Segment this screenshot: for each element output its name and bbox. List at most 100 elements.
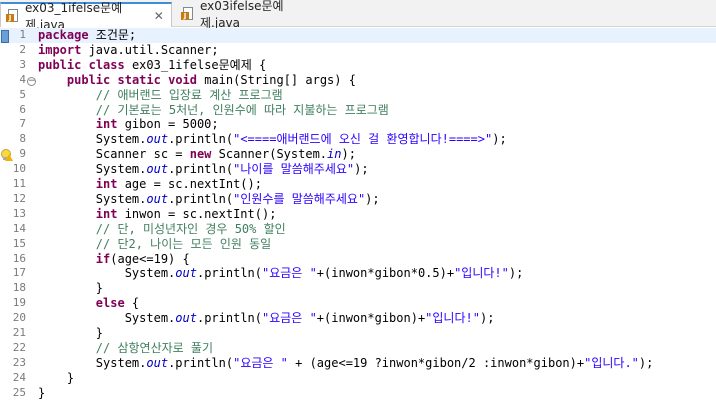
line-number: 24: [12, 370, 26, 384]
keyword-token: else: [95, 296, 125, 311]
code-text: int age = sc.nextInt();: [38, 177, 262, 192]
code-line[interactable]: 9 Scanner sc = new Scanner(System.in);: [0, 147, 716, 162]
code-token: =: [168, 147, 190, 162]
keyword-token: static: [117, 72, 161, 87]
line-number: 3: [19, 57, 26, 71]
fold-collapse-icon[interactable]: −: [27, 76, 36, 86]
keyword-token: if: [95, 251, 111, 266]
close-icon[interactable]: ✕: [154, 10, 165, 22]
code-token: );: [341, 147, 356, 162]
line-number: 17: [12, 266, 26, 280]
code-line[interactable]: 2 import java.util.Scanner;: [0, 43, 716, 58]
field-token: in: [327, 147, 342, 162]
warning-lightbulb-icon[interactable]: [0, 148, 13, 162]
line-number: 16: [12, 251, 26, 265]
code-text: System.out.println("<====애버랜드에 오신 걸 환영합니…: [38, 132, 507, 147]
code-line[interactable]: 21 }: [0, 326, 716, 341]
code-token: );: [638, 355, 654, 370]
code-line[interactable]: 1 package 조건문;: [0, 28, 716, 43]
code-line[interactable]: 23 System.out.println("요금은 " + (age<=19 …: [0, 356, 716, 371]
code-text: int inwon = sc.nextInt();: [38, 206, 277, 222]
line-number: 25: [12, 385, 26, 399]
tab-ex03-1ifelse[interactable]: J ex03_1ifelse문예제.java ✕: [0, 1, 172, 32]
code-line[interactable]: 19 else {: [0, 296, 716, 311]
java-file-icon: J: [181, 7, 195, 21]
code-line[interactable]: 4− public static void main(String[] args…: [0, 73, 716, 88]
code-token: }: [38, 385, 46, 400]
code-line[interactable]: 20 System.out.println("요금은 "+(inwon*gibo…: [0, 311, 716, 326]
code-line[interactable]: 11 int age = sc.nextInt();: [0, 177, 716, 192]
code-line[interactable]: 24 }: [0, 371, 716, 386]
code-token: age = sc.nextInt();: [117, 177, 262, 191]
code-line[interactable]: 22 // 삼항연산자로 풀기: [0, 341, 716, 356]
line-number: 5: [19, 87, 26, 101]
code-text: package 조건문;: [38, 28, 136, 43]
line-number: 20: [12, 311, 26, 325]
code-line[interactable]: 8 System.out.println("<====애버랜드에 오신 걸 환영…: [0, 132, 716, 147]
code-line[interactable]: 25}: [0, 386, 716, 401]
code-editor[interactable]: 1 package 조건문; 2 import java.util.Scanner; 3…: [0, 27, 716, 405]
code-line[interactable]: 17 System.out.println("요금은 "+(inwon*gibo…: [0, 266, 716, 281]
code-token: ex03_1ifelse문예제 {: [124, 57, 267, 72]
line-number: 10: [12, 162, 26, 176]
code-text: // 삼항연산자로 풀기: [38, 341, 213, 356]
comment-token: // 단2, 나이는 모든 인원 동일: [95, 236, 272, 251]
code-line[interactable]: 15 // 단2, 나이는 모든 인원 동일: [0, 237, 716, 252]
code-token: );: [354, 162, 369, 177]
code-text: System.out.println("요금은 "+(inwon*gibon*0…: [38, 266, 524, 281]
code-line[interactable]: 7 int gibon = 5000;: [0, 117, 716, 132]
code-token: +(inwon*gibon*0.5)+: [316, 266, 455, 281]
code-text: System.out.println("요금은 " + (age<=19 ?in…: [38, 355, 654, 371]
code-line[interactable]: 16 if(age<=19) {: [0, 252, 716, 267]
code-line[interactable]: 13 int inwon = sc.nextInt();: [0, 207, 716, 222]
code-token: System.: [38, 162, 147, 177]
comment-token: // 삼항연산자로 풀기: [95, 340, 214, 355]
line-number: 9: [19, 147, 26, 161]
code-line[interactable]: 12 System.out.println("인원수를 말씀해주세요");: [0, 192, 716, 207]
bookmark-icon[interactable]: [1, 30, 9, 43]
keyword-token: int: [95, 117, 118, 132]
code-token: );: [492, 132, 507, 147]
code-line[interactable]: 14 // 단, 미성년자인 경우 50% 할인: [0, 222, 716, 237]
field-token: out: [146, 355, 169, 370]
code-text: System.out.println("인원수를 말씀해주세요");: [38, 192, 380, 207]
code-line[interactable]: 18 }: [0, 281, 716, 296]
keyword-token: int: [95, 206, 118, 221]
code-token: System.: [38, 191, 147, 206]
code-line[interactable]: 3 public class ex03_1ifelse문예제 {: [0, 58, 716, 73]
code-token: .println(: [168, 191, 234, 206]
code-token: .println(: [168, 162, 234, 177]
code-token: main(String[] args) {: [197, 72, 356, 87]
code-text: Scanner sc = new Scanner(System.in);: [38, 147, 356, 162]
line-number: 12: [12, 191, 26, 205]
string-token: "<====애버랜드에 오신 걸 환영합니다!====>": [233, 132, 493, 147]
code-line[interactable]: 10 System.out.println("나이를 말씀해주세요");: [0, 162, 716, 177]
code-text: // 단2, 나이는 모든 인원 동일: [38, 237, 271, 252]
line-number: 15: [12, 236, 26, 250]
code-line[interactable]: 6 // 기본료는 5처넌, 인원수에 따라 지불하는 프로그램: [0, 103, 716, 118]
code-text: System.out.println("나이를 말씀해주세요");: [38, 162, 369, 177]
tab-ex03ifelse[interactable]: J ex03ifelse문예제.java: [176, 0, 324, 30]
code-line[interactable]: 5 // 애버랜드 입장료 계산 프로그램: [0, 88, 716, 103]
line-number: 6: [19, 102, 26, 116]
editor-tab-bar: J ex03_1ifelse문예제.java ✕ J ex03ifelse문예제…: [0, 0, 716, 32]
line-number: 18: [12, 281, 26, 295]
field-token: out: [146, 132, 169, 147]
keyword-token: void: [168, 72, 197, 87]
code-token: java.util.Scanner;: [81, 42, 219, 57]
code-token: .println(: [168, 132, 234, 147]
line-number: 23: [12, 355, 26, 369]
keyword-token: public: [66, 72, 111, 87]
keyword-token: class: [88, 57, 125, 72]
code-token: .println(: [168, 355, 234, 370]
